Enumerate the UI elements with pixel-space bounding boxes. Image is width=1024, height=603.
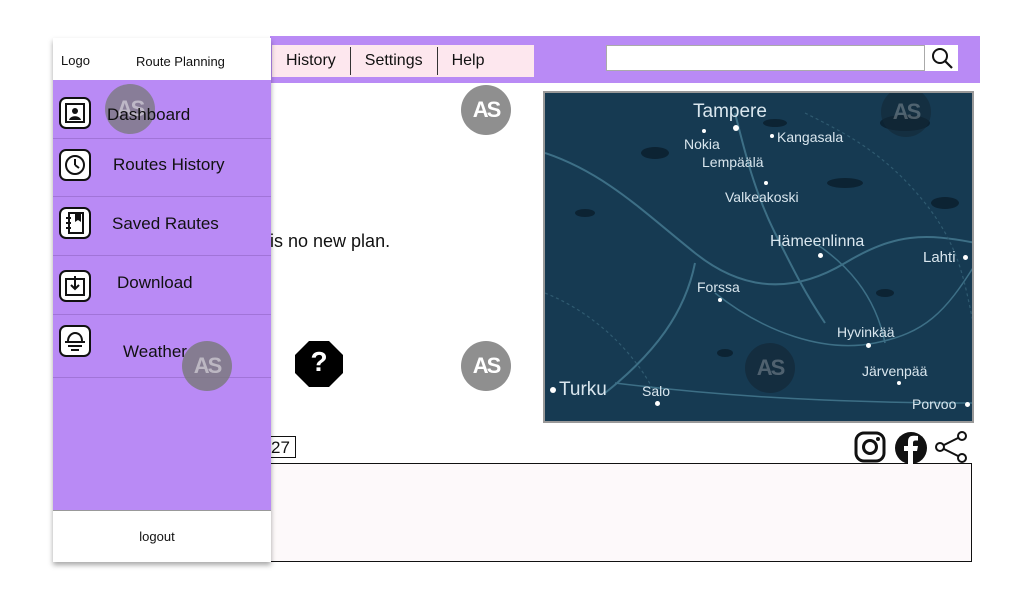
map-marker (770, 134, 774, 138)
map-label-forssa: Forssa (697, 279, 740, 295)
instagram-icon[interactable] (854, 431, 886, 468)
map-label-kangasala: Kangasala (777, 129, 844, 145)
map-label-lempaala: Lempäälä (702, 154, 764, 170)
help-button[interactable]: ? (294, 340, 344, 388)
map-label-porvoo: Porvoo (912, 396, 957, 412)
page-counter: 27 (270, 436, 296, 458)
nav-menu: History Settings Help (272, 45, 534, 77)
sidebar-item-dashboard[interactable]: AS Dashboard (53, 81, 271, 139)
facebook-icon[interactable] (894, 431, 928, 470)
sidebar-item-label: Dashboard (107, 105, 191, 124)
map-marker (718, 298, 722, 302)
map-label-lahti: Lahti (923, 249, 956, 266)
map-marker (655, 401, 660, 406)
nav-help[interactable]: Help (438, 47, 499, 75)
search-icon (931, 48, 953, 69)
map-label-jarvenpaa: Järvenpää (862, 363, 928, 379)
user-card-icon (59, 97, 91, 129)
map-marker (702, 129, 706, 133)
as-watermark: AS (745, 343, 795, 393)
sidebar-item-label: Weather (123, 342, 187, 361)
download-icon (59, 270, 91, 302)
sidebar-item-routes-history[interactable]: Routes History (53, 139, 271, 197)
notebook-icon (59, 207, 91, 239)
logout-button[interactable]: logout (53, 510, 271, 562)
map-label-hameenlinna: Hämeenlinna (770, 233, 865, 250)
logout-label: logout (139, 529, 175, 544)
sidebar-item-weather[interactable]: Weather AS (53, 315, 271, 391)
help-symbol: ? (310, 346, 328, 377)
map-marker (866, 343, 871, 348)
share-icon[interactable] (934, 431, 968, 468)
sidebar-item-saved-routes[interactable]: Saved Rautes (53, 197, 271, 256)
sidebar-item-label: Download (117, 273, 193, 292)
sidebar: Logo Route Planning AS Dashboard Routes … (53, 38, 271, 562)
logo[interactable]: Logo (61, 53, 90, 68)
map-label-tampere: Tampere (693, 101, 767, 122)
empty-plan-message: is no new plan. (270, 231, 391, 251)
sidebar-item-download[interactable]: Download (53, 256, 271, 315)
as-watermark: AS (461, 341, 511, 391)
nav-history[interactable]: History (272, 47, 351, 75)
sidebar-header: Logo Route Planning (53, 38, 271, 80)
map-marker (550, 387, 556, 393)
map-label-nokia: Nokia (684, 136, 720, 152)
map-marker (965, 402, 970, 407)
clock-icon (59, 149, 91, 181)
map-marker (963, 255, 968, 260)
map-label-salo: Salo (642, 383, 671, 399)
sidebar-item-label: Routes History (113, 155, 225, 174)
map-label-hyvinkaa: Hyvinkää (837, 324, 895, 340)
weather-icon (59, 325, 91, 357)
as-watermark: AS (461, 85, 511, 135)
map-marker (764, 181, 768, 185)
sidebar-item-label: Saved Rautes (112, 214, 219, 233)
map-marker (897, 381, 901, 385)
map-marker (733, 125, 739, 131)
app-title: Route Planning (136, 54, 225, 69)
search-button[interactable] (924, 45, 958, 71)
map-label-valkeakoski: Valkeakoski (725, 189, 799, 205)
nav-settings[interactable]: Settings (351, 47, 438, 75)
map-label-turku: Turku (559, 379, 607, 400)
map-marker (818, 253, 823, 258)
map-view[interactable]: Tampere Nokia Kangasala Lempäälä Valkeak… (543, 91, 974, 423)
as-watermark: AS (182, 341, 232, 391)
search-input[interactable] (606, 45, 958, 71)
